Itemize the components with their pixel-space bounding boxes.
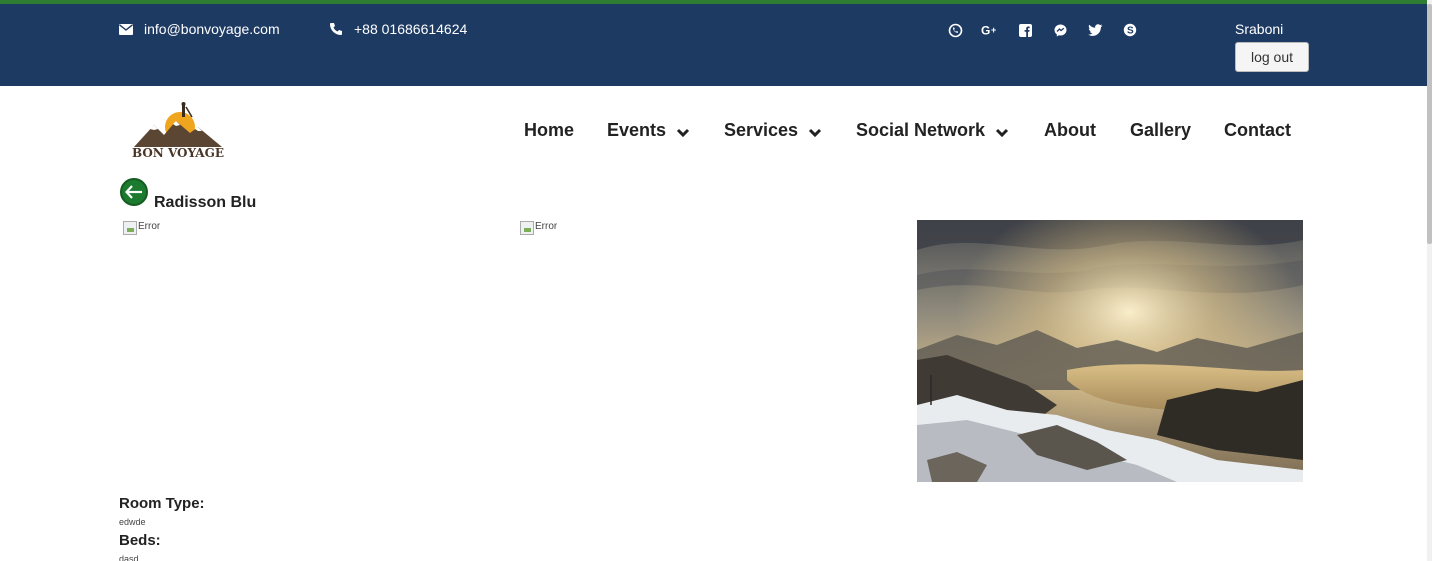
room-type-value: edwde [119,517,146,527]
logout-button[interactable]: log out [1235,42,1309,72]
scrollbar-thumb[interactable] [1427,4,1432,244]
skype-icon[interactable]: S [1121,21,1139,39]
social-links: G + S [946,21,1156,39]
nav-contact-label: Contact [1224,120,1291,140]
nav-events-label: Events [607,120,667,140]
chevron-down-icon [809,128,822,137]
user-name: Sraboni [1235,21,1284,37]
phone-icon [330,23,342,35]
hotel-image-3 [917,220,1303,482]
phone-text: +88 01686614624 [354,21,468,37]
nav-services[interactable]: Services [724,120,822,141]
nav-home-label: Home [524,120,575,140]
hotel-image-2: Error [520,221,557,235]
twitter-icon[interactable] [1086,21,1104,39]
nav-gallery[interactable]: Gallery [1130,120,1191,141]
nav-social-network[interactable]: Social Network [856,120,1009,141]
broken-image-icon [520,221,534,235]
contact-phone[interactable]: +88 01686614624 [329,21,467,37]
nav-home[interactable]: Home [524,120,574,141]
beds-label: Beds: [119,532,161,549]
image-alt-text: Error [138,221,161,232]
hotel-title: Radisson Blu [154,194,257,211]
hotel-image-1: Error [123,221,160,235]
nav-services-label: Services [724,120,799,140]
viber-icon[interactable] [946,21,964,39]
nav-contact[interactable]: Contact [1224,120,1291,141]
nav-about[interactable]: About [1044,120,1096,141]
nav-events[interactable]: Events [607,120,690,141]
nav-about-label: About [1044,120,1096,140]
beds-value: dasd [119,554,139,561]
image-alt-text: Error [535,221,558,232]
chevron-down-icon [995,128,1009,137]
email-text: info@bonvoyage.com [144,21,280,37]
contact-email[interactable]: info@bonvoyage.com [119,21,280,37]
site-logo[interactable]: BON VOYAGE [132,101,224,161]
back-button[interactable] [120,178,148,206]
mountain-logo-icon: BON VOYAGE [132,102,224,160]
google-plus-icon[interactable]: G + [981,21,999,39]
broken-image-icon [123,221,137,235]
nav-gallery-label: Gallery [1130,120,1192,140]
envelope-icon [119,23,133,35]
facebook-icon[interactable] [1016,21,1034,39]
svg-text:BON VOYAGE: BON VOYAGE [132,146,224,160]
top-bar: info@bonvoyage.com +88 01686614624 G + S … [0,4,1427,86]
svg-text:G: G [981,24,990,36]
room-type-label: Room Type: [119,495,205,512]
nav-social-network-label: Social Network [856,120,986,140]
svg-text:S: S [1127,26,1134,37]
chevron-down-icon [676,128,690,137]
page-scrollbar[interactable] [1427,0,1432,561]
svg-text:+: + [991,25,996,35]
arrow-left-icon [125,185,142,199]
messenger-icon[interactable] [1051,21,1069,39]
